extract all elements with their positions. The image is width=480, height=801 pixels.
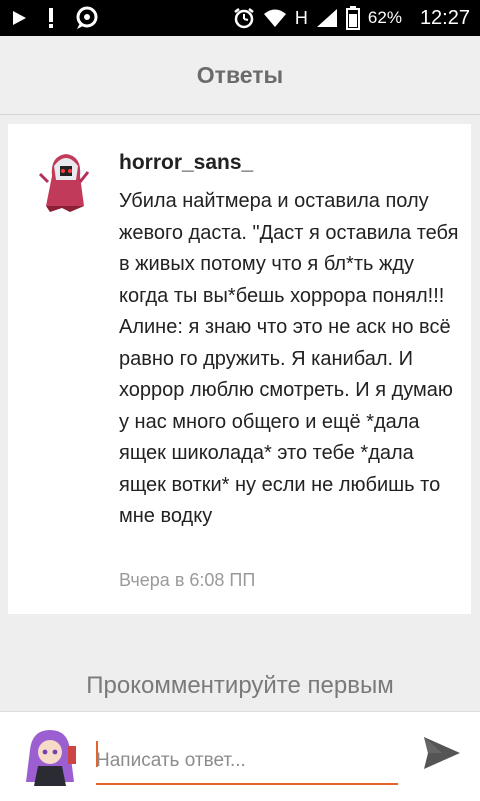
alarm-icon [233,7,255,29]
comment-text: Убила найтмера и оставила полу жевого да… [119,190,459,527]
send-button[interactable] [420,733,464,777]
status-bar: H 62% 12:27 [0,0,480,36]
reply-input[interactable] [96,739,398,785]
avatar[interactable] [32,146,98,214]
text-caret [96,741,98,767]
send-icon [422,735,462,776]
battery-percent: 62% [367,8,402,27]
play-icon [10,9,28,27]
my-avatar [22,726,78,788]
clock: 12:27 [419,6,470,29]
network-type-label: H [294,7,308,28]
comment-card: horror_sans_ Убила найтмера и оставила п… [8,124,471,614]
comment-author[interactable]: horror_sans_ [119,151,253,175]
comment-time: Вчера в 6:08 ПП [119,570,256,590]
signal-icon [316,8,338,28]
battery-icon [345,6,360,30]
reply-composer [0,711,480,801]
wifi-icon [263,8,287,28]
page-title: Ответы [196,61,284,88]
alert-icon [46,7,56,29]
app-bar: Ответы [0,36,480,115]
empty-replies-note: Прокомментируйте первым [86,672,394,699]
chat-icon [74,6,100,30]
